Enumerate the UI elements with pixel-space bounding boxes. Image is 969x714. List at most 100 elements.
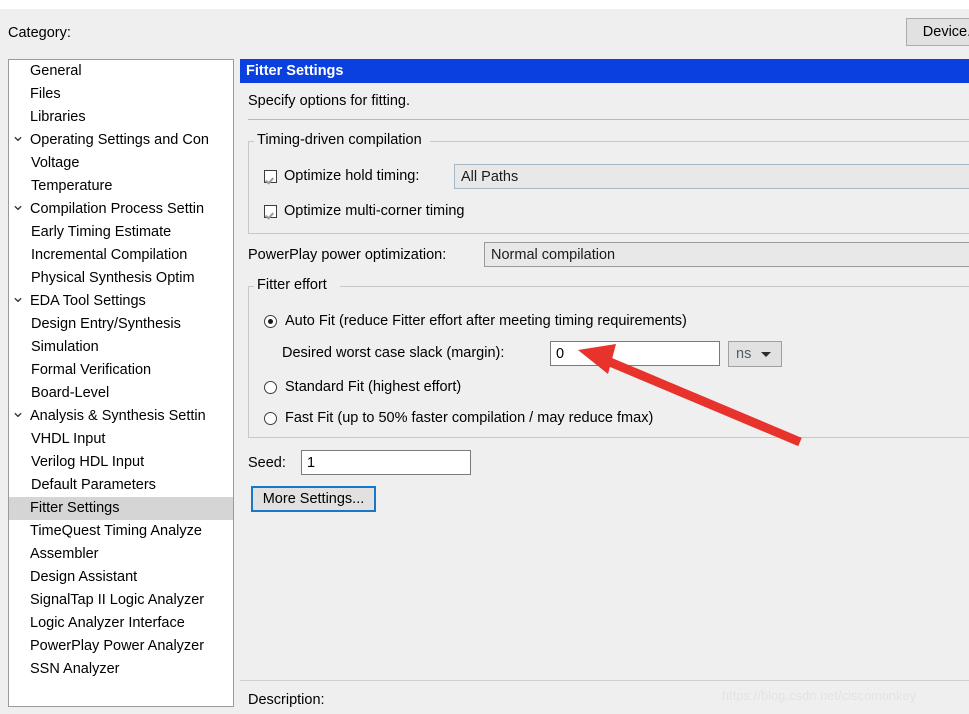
optimize-hold-timing-label: Optimize hold timing:	[284, 168, 420, 184]
powerplay-value: Normal compilation	[491, 246, 616, 263]
optimize-hold-timing-combo[interactable]: All Paths	[454, 164, 969, 189]
optimize-hold-timing-value: All Paths	[461, 168, 519, 185]
tree-item[interactable]: Incremental Compilation	[9, 244, 233, 267]
fitter-effort-legend: Fitter effort	[254, 277, 330, 293]
panel-subtitle: Specify options for fitting.	[248, 93, 410, 109]
standard-fit-label: Standard Fit (highest effort)	[285, 379, 462, 395]
tree-item[interactable]: Default Parameters	[9, 474, 233, 497]
chevron-down-icon[interactable]: ⌄	[9, 129, 27, 144]
tree-item[interactable]: Temperature	[9, 175, 233, 198]
tree-item[interactable]: ⌄ Operating Settings and Con	[9, 129, 233, 152]
tree-item-label: Physical Synthesis Optim	[31, 270, 195, 286]
tree-item[interactable]: Formal Verification	[9, 359, 233, 382]
optimize-hold-timing-checkbox[interactable]	[264, 169, 277, 183]
top-white-strip	[0, 0, 969, 9]
slack-unit-value: ns	[736, 346, 752, 362]
tree-item-label: PowerPlay Power Analyzer	[30, 638, 205, 654]
tree-item-label: Analysis & Synthesis Settin	[30, 408, 206, 424]
optimize-multicorner-checkbox[interactable]	[264, 204, 277, 218]
group-border-right	[430, 141, 969, 142]
tree-item[interactable]: General	[9, 60, 233, 83]
tree-item[interactable]: Design Entry/Synthesis	[9, 313, 233, 336]
tree-item-label: Design Assistant	[30, 569, 138, 585]
tree-item[interactable]: Assembler	[9, 543, 233, 566]
watermark: https://blog.csdn.net/ciscomonkey	[722, 689, 917, 703]
tree-item-label: Logic Analyzer Interface	[30, 615, 185, 631]
fitter-settings-panel: Fitter Settings Specify options for fitt…	[240, 59, 969, 709]
optimize-hold-timing-row[interactable]: Optimize hold timing:	[264, 168, 419, 184]
tree-item[interactable]: TimeQuest Timing Analyze	[9, 520, 233, 543]
auto-fit-radio[interactable]	[264, 314, 277, 328]
category-label: Category:	[8, 25, 71, 41]
tree-item[interactable]: Board-Level	[9, 382, 233, 405]
description-separator	[240, 680, 969, 681]
tree-item[interactable]: Simulation	[9, 336, 233, 359]
fast-fit-radio[interactable]	[264, 411, 277, 425]
tree-item[interactable]: Early Timing Estimate	[9, 221, 233, 244]
category-tree[interactable]: General Files Libraries ⌄ Operating Settings…	[8, 59, 234, 707]
tree-item-label: EDA Tool Settings	[30, 293, 146, 309]
chevron-down-icon[interactable]: ⌄	[9, 198, 27, 213]
auto-fit-radio-row[interactable]: Auto Fit (reduce Fitter effort after mee…	[264, 313, 687, 329]
more-settings-button[interactable]: More Settings...	[251, 486, 376, 512]
powerplay-label: PowerPlay power optimization:	[248, 247, 447, 263]
chevron-down-icon[interactable]: ⌄	[9, 290, 27, 305]
tree-item-label: VHDL Input	[31, 431, 106, 447]
tree-item[interactable]: Physical Synthesis Optim	[9, 267, 233, 290]
tree-item[interactable]: Libraries	[9, 106, 233, 129]
desired-slack-input[interactable]: 0	[550, 341, 720, 366]
auto-fit-label: Auto Fit (reduce Fitter effort after mee…	[285, 313, 687, 329]
fast-fit-radio-row[interactable]: Fast Fit (up to 50% faster compilation /…	[264, 410, 653, 426]
seed-value: 1	[307, 454, 316, 471]
tree-item-label: SignalTap II Logic Analyzer	[30, 592, 205, 608]
tree-item[interactable]: Verilog HDL Input	[9, 451, 233, 474]
tree-item[interactable]: Fitter Settings	[9, 497, 233, 520]
device-button[interactable]: Device...	[906, 18, 969, 46]
tree-item[interactable]: PowerPlay Power Analyzer	[9, 635, 233, 658]
tree-item-label: SSN Analyzer	[30, 661, 120, 677]
tree-item-label: Default Parameters	[31, 477, 156, 493]
description-label: Description:	[248, 692, 325, 708]
tree-item[interactable]: SignalTap II Logic Analyzer	[9, 589, 233, 612]
tree-item-label: Board-Level	[31, 385, 110, 401]
tree-item-label: General	[30, 63, 82, 79]
tree-item[interactable]: Files	[9, 83, 233, 106]
tree-item[interactable]: ⌄ EDA Tool Settings	[9, 290, 233, 313]
tree-item[interactable]: Voltage	[9, 152, 233, 175]
tree-item[interactable]: Logic Analyzer Interface	[9, 612, 233, 635]
optimize-multicorner-label: Optimize multi-corner timing	[284, 203, 465, 219]
desired-slack-label: Desired worst case slack (margin):	[282, 345, 505, 361]
slack-unit-combo[interactable]: ns	[728, 341, 782, 367]
tree-item-label: TimeQuest Timing Analyze	[30, 523, 202, 539]
panel-title: Fitter Settings	[240, 59, 969, 83]
tree-item[interactable]: Design Assistant	[9, 566, 233, 589]
tree-item-label: Libraries	[30, 109, 86, 125]
tree-item-label: Voltage	[31, 155, 80, 171]
panel-separator	[248, 119, 969, 120]
tree-item-label: Operating Settings and Con	[30, 132, 209, 148]
powerplay-combo[interactable]: Normal compilation	[484, 242, 969, 267]
timing-group-legend: Timing-driven compilation	[254, 132, 425, 148]
tree-item-label: Design Entry/Synthesis	[31, 316, 181, 332]
tree-item-label: Temperature	[31, 178, 113, 194]
standard-fit-radio[interactable]	[264, 380, 277, 394]
tree-item[interactable]: ⌄ Analysis & Synthesis Settin	[9, 405, 233, 428]
tree-item-label: Formal Verification	[31, 362, 152, 378]
tree-item-label: Files	[30, 86, 61, 102]
tree-item[interactable]: SSN Analyzer	[9, 658, 233, 681]
standard-fit-radio-row[interactable]: Standard Fit (highest effort)	[264, 379, 461, 395]
tree-item[interactable]: ⌄ Compilation Process Settin	[9, 198, 233, 221]
tree-item-label: Simulation	[31, 339, 99, 355]
group-border-right-2	[340, 286, 969, 287]
seed-input[interactable]: 1	[301, 450, 471, 475]
chevron-down-icon[interactable]: ⌄	[9, 405, 27, 420]
tree-item[interactable]: VHDL Input	[9, 428, 233, 451]
chevron-down-icon-unit	[761, 352, 771, 357]
tree-item-label: Fitter Settings	[30, 500, 120, 516]
seed-label: Seed:	[248, 455, 286, 471]
tree-item-label: Verilog HDL Input	[31, 454, 145, 470]
tree-item-label: Early Timing Estimate	[31, 224, 172, 240]
tree-item-label: Assembler	[30, 546, 99, 562]
tree-item-label: Compilation Process Settin	[30, 201, 205, 217]
optimize-multicorner-row[interactable]: Optimize multi-corner timing	[264, 203, 465, 219]
